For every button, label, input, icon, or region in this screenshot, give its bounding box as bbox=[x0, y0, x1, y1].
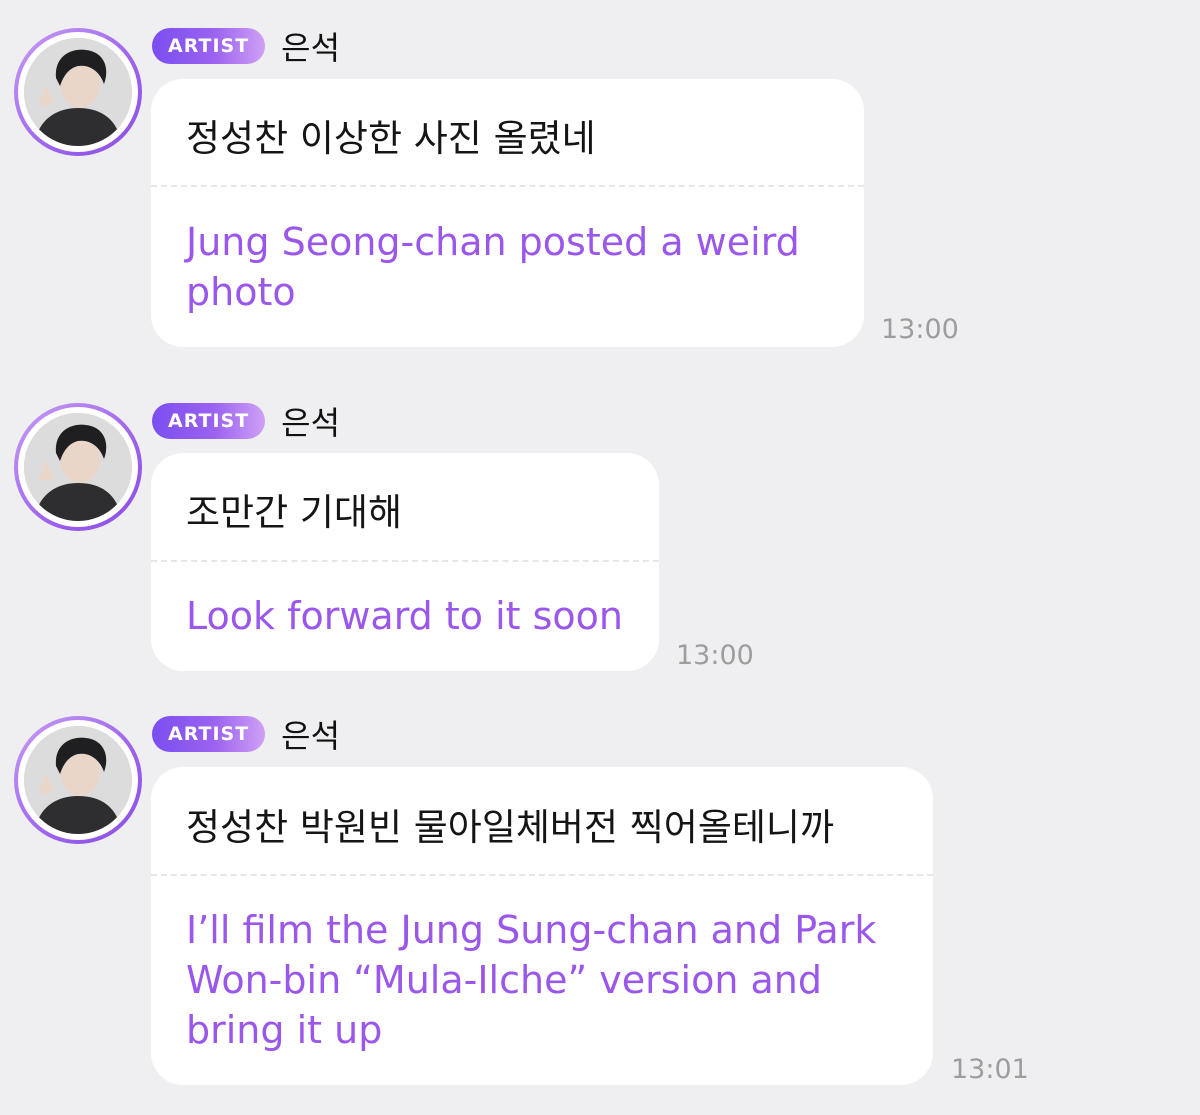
translation-text: Look forward to it soon bbox=[186, 594, 623, 638]
artist-badge: ARTIST bbox=[152, 28, 266, 64]
translation-divider bbox=[151, 560, 659, 562]
avatar-photo bbox=[24, 38, 132, 146]
original-text: 정성찬 박원빈 물아일체버전 찍어올테니까 bbox=[186, 806, 835, 849]
message-bubble[interactable]: 정성찬 이상한 사진 올렸네 Jung Seong-chan posted a … bbox=[151, 79, 864, 347]
sender-name: 은석 bbox=[281, 717, 341, 755]
sender-row: ARTIST 은석 bbox=[152, 403, 340, 442]
sender-name: 은석 bbox=[281, 404, 341, 442]
artist-badge: ARTIST bbox=[152, 716, 266, 752]
message-timestamp: 13:01 bbox=[951, 1054, 1029, 1085]
translation-divider bbox=[151, 874, 933, 876]
profile-photo-icon bbox=[24, 413, 132, 521]
avatar-photo bbox=[24, 726, 132, 834]
avatar-photo bbox=[24, 413, 132, 521]
original-text: 조만간 기대해 bbox=[186, 491, 403, 534]
artist-badge: ARTIST bbox=[152, 403, 266, 439]
message-bubble[interactable]: 조만간 기대해 Look forward to it soon bbox=[151, 453, 659, 671]
original-text: 정성찬 이상한 사진 올렸네 bbox=[186, 117, 596, 160]
message-timestamp: 13:00 bbox=[676, 640, 754, 671]
translation-text: I’ll film the Jung Sung-chan and Park Wo… bbox=[186, 908, 877, 1052]
avatar[interactable] bbox=[14, 403, 142, 531]
profile-photo-icon bbox=[24, 726, 132, 834]
profile-photo-icon bbox=[24, 38, 132, 146]
sender-row: ARTIST 은석 bbox=[152, 28, 340, 67]
translation-divider bbox=[151, 185, 864, 187]
avatar[interactable] bbox=[14, 28, 142, 156]
translation-text: Jung Seong-chan posted a weird photo bbox=[186, 220, 800, 314]
message-timestamp: 13:00 bbox=[881, 314, 959, 345]
avatar[interactable] bbox=[14, 716, 142, 844]
sender-row: ARTIST 은석 bbox=[152, 716, 340, 755]
message-bubble[interactable]: 정성찬 박원빈 물아일체버전 찍어올테니까 I’ll film the Jung… bbox=[151, 767, 933, 1085]
sender-name: 은석 bbox=[281, 29, 341, 67]
